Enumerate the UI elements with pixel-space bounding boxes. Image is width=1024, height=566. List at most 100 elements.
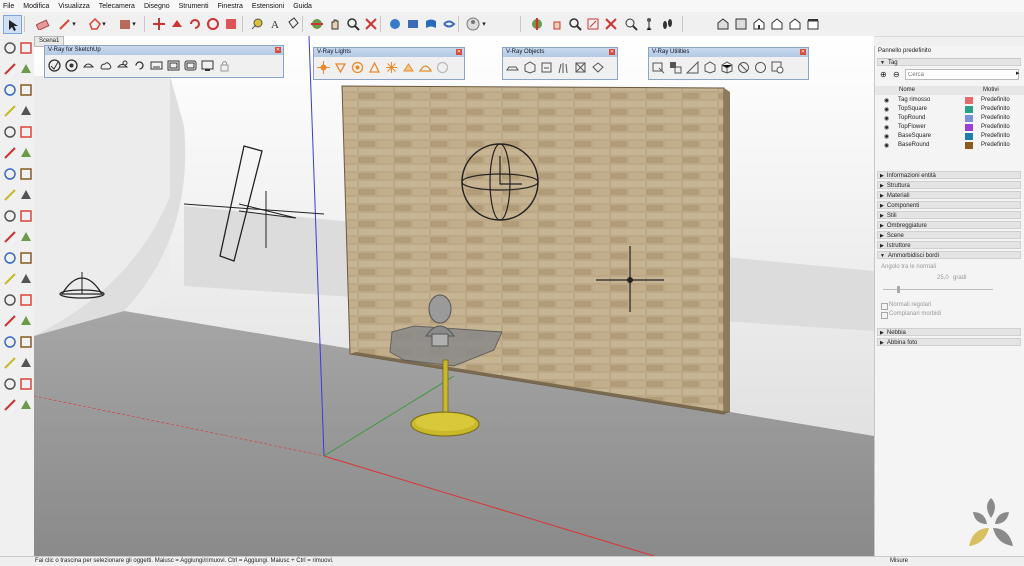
vray-asset-editor-icon[interactable] [115,58,130,73]
tag-section-header[interactable]: ▼ Tag [877,58,1021,66]
walk-button[interactable] [548,15,565,32]
warehouse-tool-button[interactable] [2,397,17,412]
look-around-button[interactable] [640,15,657,32]
eye-icon[interactable]: ◉ [884,133,889,140]
proxy-import-icon[interactable] [539,60,554,75]
add-tag-icon[interactable]: ⊕ [880,70,887,79]
eraser-tool-button[interactable] [34,15,51,32]
freehand-tool-button[interactable] [18,82,33,97]
add-folder-icon[interactable]: ⊖ [893,70,900,79]
push-pull-tool-button[interactable] [2,166,17,181]
eye-icon[interactable]: ◉ [884,97,889,104]
decal-icon[interactable] [590,60,605,75]
view-right-button[interactable] [768,15,785,32]
eye-icon[interactable]: ◉ [884,115,889,122]
dome-light-icon[interactable] [418,60,433,75]
orbit-button[interactable] [308,15,325,32]
menu-guida[interactable]: Guida [293,3,312,10]
scale-tool-button[interactable] [2,208,17,223]
zoom-window-tool-button[interactable] [18,313,33,328]
rectangle-tool-button[interactable] [2,103,17,118]
zoom-button[interactable] [344,15,361,32]
polygon-tool-button[interactable] [18,124,33,139]
view-left-button[interactable] [804,15,821,32]
zoom-extents-button[interactable] [362,15,379,32]
normal-checkbox-row[interactable]: Normali regolari [875,302,1024,310]
normal-checkbox[interactable] [881,303,888,310]
account-dropdown-button[interactable]: ▾ [480,15,488,32]
angle-slider-thumb[interactable] [897,286,900,293]
tag-color-swatch[interactable] [965,97,973,104]
paint-tool-button[interactable] [2,61,17,76]
tag-color-swatch[interactable] [965,124,973,131]
select-tool-button[interactable] [2,40,17,55]
spot-light-icon[interactable] [333,60,348,75]
section-outliner[interactable]: ▶ Struttura [877,181,1021,189]
axes-tool-button[interactable] [2,271,17,286]
section-entity-info[interactable]: ▶ Informazioni entità [877,171,1021,179]
section-plane-button[interactable] [528,15,545,32]
close-icon[interactable]: ✕ [456,49,462,55]
line-tool-button[interactable] [2,82,17,97]
section-scenes[interactable]: ▶ Scene [877,231,1021,239]
eraser-tool-button[interactable] [18,61,33,76]
extension-tool-button[interactable] [18,397,33,412]
utility-settings-icon[interactable] [770,60,785,75]
pan-button[interactable] [326,15,343,32]
eye-icon[interactable]: ◉ [884,142,889,149]
orbit-tool-button[interactable] [2,292,17,307]
view-front-button[interactable] [750,15,767,32]
tag-color-swatch[interactable] [965,115,973,122]
vray-refresh-icon[interactable] [132,58,147,73]
rect-light-icon[interactable] [316,60,331,75]
render-pick-icon[interactable] [651,60,666,75]
focus-pick-icon[interactable] [685,60,700,75]
vray-render-icon[interactable] [47,58,62,73]
tag-row[interactable]: ◉ BaseRound Predefinito [878,141,1020,150]
eye-icon[interactable]: ◉ [884,124,889,131]
account-button[interactable] [464,15,481,32]
menu-modifica[interactable]: Modifica [23,3,49,10]
section-match-photo[interactable]: ▶ Abbina foto [877,338,1021,346]
follow-me-tool-button[interactable] [18,208,33,223]
zoom-extents-tool-button[interactable] [2,334,17,349]
tag-row[interactable]: ◉ TopSquare Predefinito [878,105,1020,114]
vray-window-icon[interactable] [166,58,181,73]
mesh-light-icon[interactable] [401,60,416,75]
vray-frame-buffer-icon[interactable] [149,58,164,73]
text-tool-button[interactable] [18,250,33,265]
move-tool-button[interactable] [150,15,167,32]
tag-color-swatch[interactable] [965,142,973,149]
view-back-button[interactable] [786,15,803,32]
menu-disegno[interactable]: Disegno [144,3,170,10]
menu-file[interactable]: File [3,3,14,10]
rotated-rectangle-tool-button[interactable] [18,103,33,118]
view-iso-button[interactable] [714,15,731,32]
text-tool-button[interactable]: A [266,15,283,32]
zoom-window-button[interactable] [566,15,583,32]
wrap-material-icon[interactable] [702,60,717,75]
extension-warehouse-button[interactable] [404,15,421,32]
section-soften-edges[interactable]: ▼ Ammorbidisci bordi [877,251,1021,259]
vray-teapot-icon[interactable] [81,58,96,73]
follow-me-button[interactable] [204,15,221,32]
infinite-plane-icon[interactable] [505,60,520,75]
vray-render-region-icon[interactable] [183,58,198,73]
zoom-extents2-button[interactable] [602,15,619,32]
section-tool-button[interactable] [18,376,33,391]
shape-dropdown-button[interactable]: ▾ [100,15,108,32]
push-dropdown-button[interactable]: ▾ [130,15,138,32]
scene-canvas[interactable] [34,36,874,556]
tape-tool-button[interactable] [2,229,17,244]
vray-screen-icon[interactable] [200,58,215,73]
proxy-icon[interactable] [522,60,537,75]
mesh-clipper-icon[interactable] [573,60,588,75]
ies-light-icon[interactable] [367,60,382,75]
scale-tool-button[interactable] [222,15,239,32]
stylebuilder-button[interactable] [440,15,457,32]
menu-telecamera[interactable]: Telecamera [99,3,135,10]
arc-tool-button[interactable] [2,145,17,160]
sphere-light-icon[interactable] [350,60,365,75]
omni-light-icon[interactable] [384,60,399,75]
position-camera-tool-button[interactable] [2,355,17,370]
